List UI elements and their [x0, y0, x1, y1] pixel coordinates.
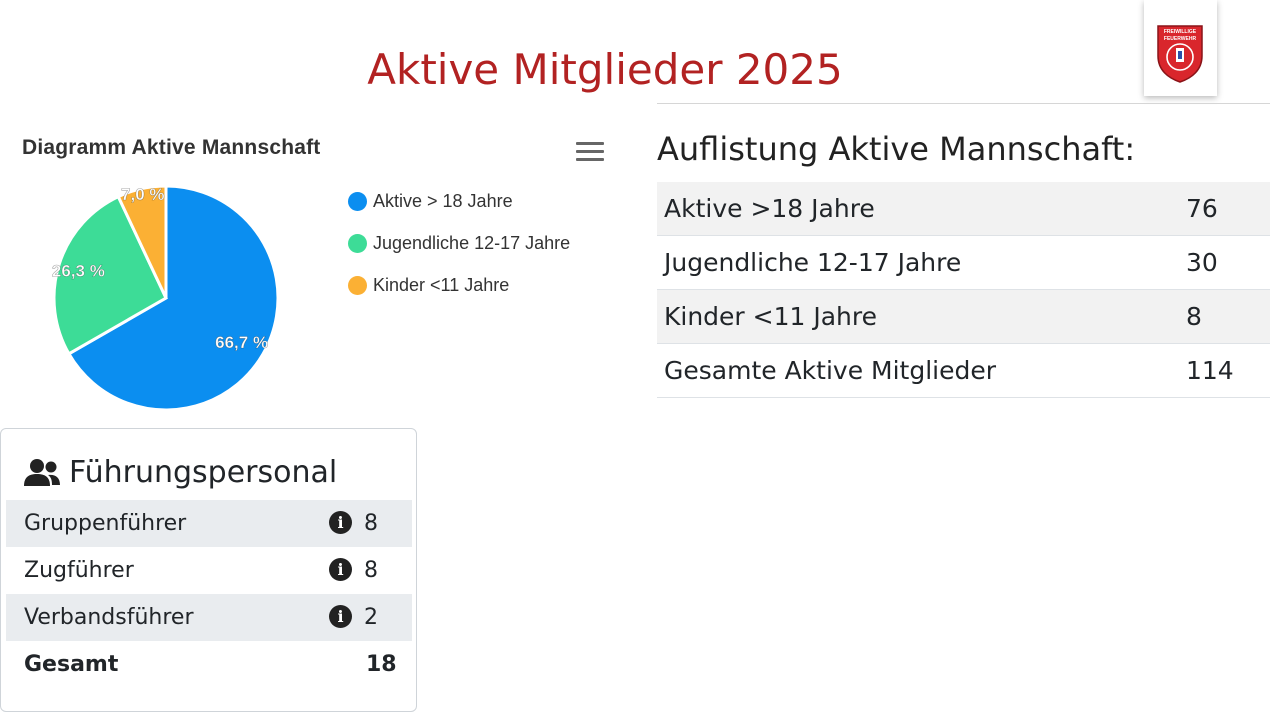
info-icon[interactable]: i	[329, 605, 352, 628]
leadership-title: Führungspersonal	[23, 455, 337, 490]
row-label: Zugführer	[24, 558, 134, 583]
legend-dot	[348, 191, 367, 211]
total-value: 18	[366, 652, 397, 677]
row-label: Jugendliche 12-17 Jahre	[664, 248, 962, 277]
info-icon[interactable]: i	[329, 511, 352, 534]
row-value: 8	[364, 511, 378, 536]
row-value: 8	[364, 558, 378, 583]
pie-data-label: 7,0 %	[121, 185, 164, 204]
legend-label: Kinder <11 Jahre	[373, 274, 510, 295]
row-label: Verbandsführer	[24, 605, 194, 630]
row-value: 76	[1186, 194, 1218, 223]
table-row: Zugführer i 8	[6, 547, 412, 594]
table-row: Gruppenführer i 8	[6, 500, 412, 547]
legend-dot	[348, 275, 367, 295]
svg-text:FEUERWEHR: FEUERWEHR	[1164, 36, 1197, 42]
leadership-table: Gruppenführer i 8 Zugführer i 8 Verbands…	[6, 500, 412, 688]
row-label: Aktive >18 Jahre	[664, 194, 875, 223]
pie-data-label: 26,3 %	[52, 261, 105, 280]
leadership-card: Führungspersonal Gruppenführer i 8 Zugfü…	[0, 428, 417, 712]
table-row: Aktive >18 Jahre 76	[657, 182, 1270, 236]
listing-table: Aktive >18 Jahre 76 Jugendliche 12-17 Ja…	[657, 182, 1270, 398]
legend-item[interactable]: Aktive > 18 Jahre	[348, 180, 570, 222]
legend-label: Jugendliche 12-17 Jahre	[373, 232, 571, 253]
divider	[657, 103, 1270, 104]
info-icon[interactable]: i	[329, 558, 352, 581]
row-label: Gesamte Aktive Mitglieder	[664, 356, 997, 385]
chart-legend: Aktive > 18 Jahre Jugendliche 12-17 Jahr…	[348, 180, 570, 306]
table-row: Verbandsführer i 2	[6, 594, 412, 641]
table-row: Jugendliche 12-17 Jahre 30	[657, 236, 1270, 290]
table-row: Gesamte Aktive Mitglieder 114	[657, 344, 1270, 398]
legend-item[interactable]: Jugendliche 12-17 Jahre	[348, 222, 570, 264]
row-value: 2	[364, 605, 378, 630]
legend-label: Aktive > 18 Jahre	[373, 190, 513, 211]
svg-text:FREIWILLIGE: FREIWILLIGE	[1164, 29, 1197, 35]
pie-data-label: 66,7 %	[215, 333, 268, 352]
listing-title: Auflistung Aktive Mannschaft:	[657, 130, 1136, 168]
leadership-title-text: Führungspersonal	[69, 455, 338, 490]
row-label: Kinder <11 Jahre	[664, 302, 878, 331]
row-value: 114	[1186, 356, 1234, 385]
fire-department-logo: FREIWILLIGE FEUERWEHR	[1144, 0, 1217, 96]
row-label: Gruppenführer	[24, 511, 187, 536]
row-value: 8	[1186, 302, 1202, 331]
row-value: 30	[1186, 248, 1218, 277]
total-row: Gesamt 18	[6, 641, 412, 688]
legend-dot	[348, 233, 367, 253]
total-label: Gesamt	[24, 652, 119, 677]
users-icon	[24, 458, 60, 486]
table-row: Kinder <11 Jahre 8	[657, 290, 1270, 344]
legend-item[interactable]: Kinder <11 Jahre	[348, 264, 570, 306]
